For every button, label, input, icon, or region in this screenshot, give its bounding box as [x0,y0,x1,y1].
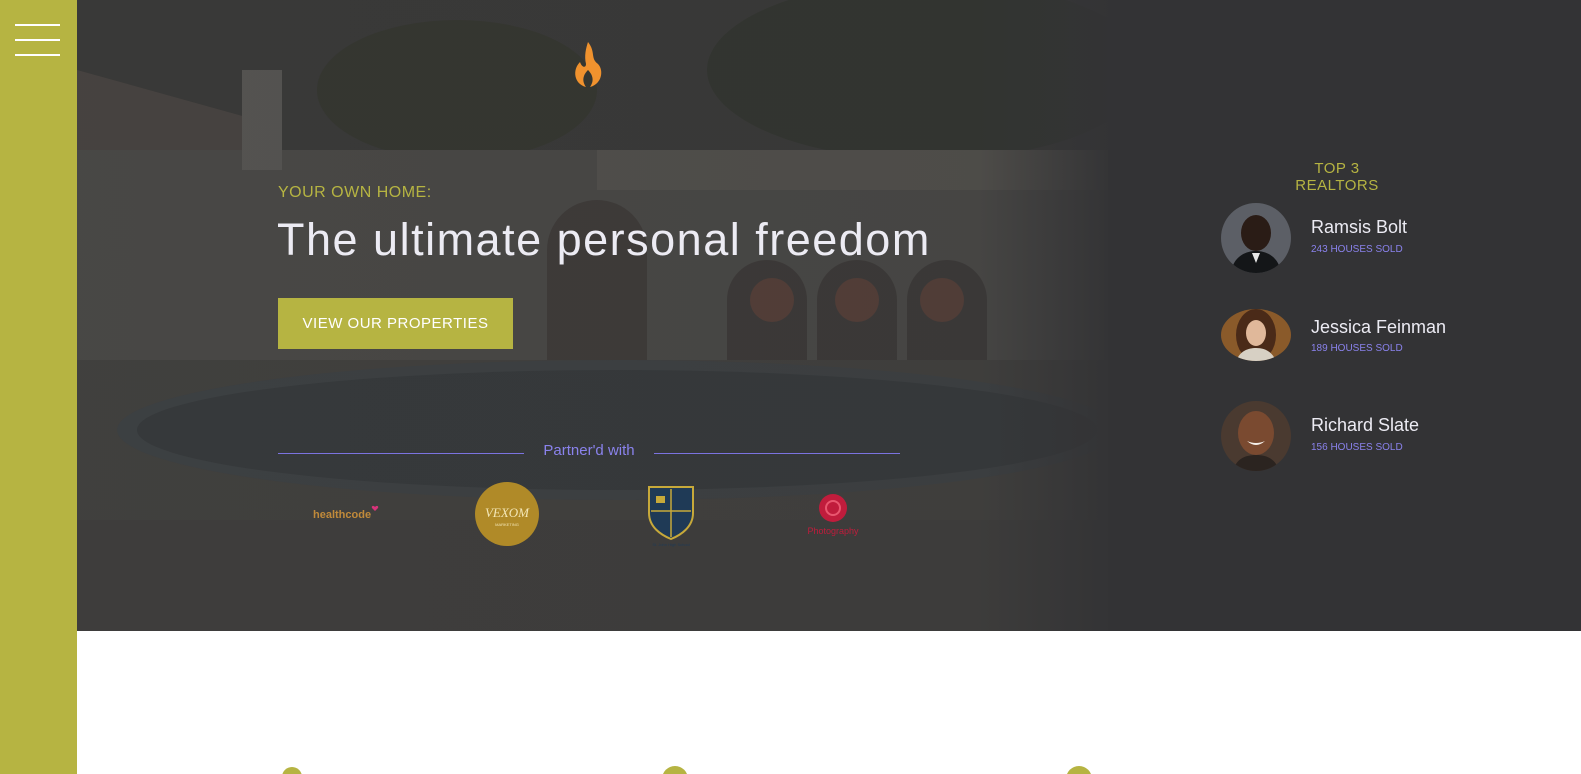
feature-icon [662,766,688,774]
avatar [1221,401,1291,471]
partner-logo-subtext: MARKETING [495,522,519,527]
partner-logo-text: Photography [807,526,859,536]
realtor-name: Jessica Feinman [1311,317,1447,337]
hero-section: YOUR OWN HOME: The ultimate personal fre… [77,0,1581,631]
avatar [1221,203,1291,273]
menu-bar [15,54,60,56]
menu-bar [15,24,60,26]
partners-divider: Partner'd with [278,442,900,464]
partner-logo-text: healthcode [313,509,371,521]
partner-logo-school[interactable]: St. John High School [639,483,703,548]
feature-icon [1066,766,1092,774]
partner-logo-text: St. John High School [652,542,689,547]
avatar [1221,309,1291,361]
partners-label: Partner'd with [543,442,635,459]
partner-logo-text: VEXOM [485,505,530,520]
realtor-houses-sold: 243 HOUSES SOLD [1311,244,1403,255]
realtor-houses-sold: 189 HOUSES SOLD [1311,343,1403,354]
feature-icon [282,767,302,774]
realtor-name: Richard Slate [1311,415,1420,435]
hamburger-menu-icon[interactable] [15,24,60,58]
realtor-card[interactable]: Ramsis Bolt 243 HOUSES SOLD [1221,203,1521,273]
flame-icon[interactable] [568,40,608,90]
realtors-title: TOP 3 REALTORS [1295,160,1379,194]
hero-eyebrow: YOUR OWN HOME: [278,184,432,201]
divider-line [654,453,900,454]
menu-bar [15,39,60,41]
realtor-name: Ramsis Bolt [1311,217,1408,237]
view-properties-button[interactable]: VIEW OUR PROPERTIES [278,298,513,349]
sidebar [0,0,77,774]
realtor-card[interactable]: Richard Slate 156 HOUSES SOLD [1221,401,1521,471]
hero-headline: The ultimate personal freedom [277,214,931,265]
partner-logo-vexom[interactable]: VEXOM MARKETING [474,481,540,547]
realtor-card[interactable]: Jessica Feinman 189 HOUSES SOLD [1221,309,1521,361]
realtor-houses-sold: 156 HOUSES SOLD [1311,442,1403,453]
partner-logo-photography[interactable]: Photography [798,493,868,539]
partner-logo-healthcode[interactable]: healthcode [313,504,383,524]
